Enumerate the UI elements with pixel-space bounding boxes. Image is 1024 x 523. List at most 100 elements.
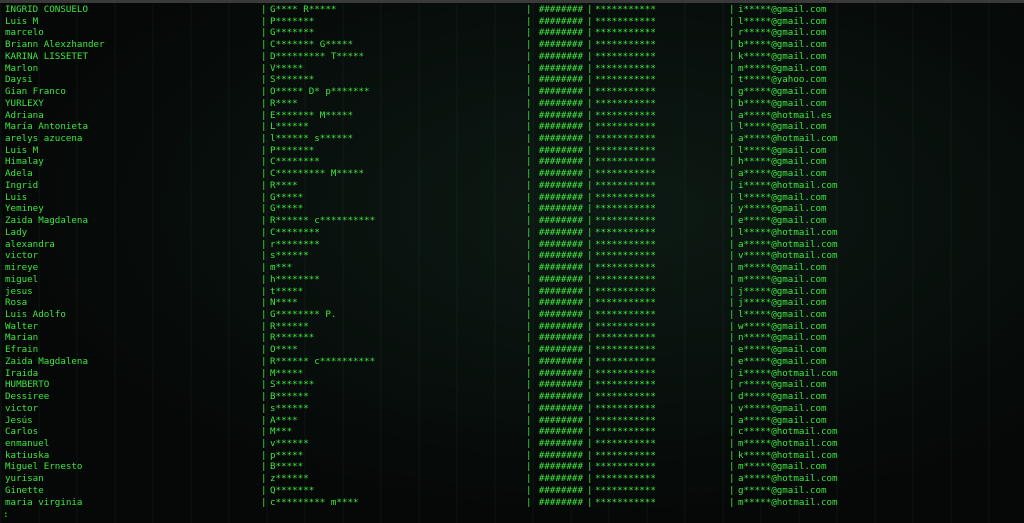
column-separator: |	[261, 215, 267, 227]
phone-cell: ***********	[595, 238, 656, 250]
email-cell: k*****@hotmail.com	[738, 449, 838, 461]
email-cell: l*****@gmail.com	[738, 15, 827, 27]
surname-cell: C********* M*****	[270, 168, 365, 180]
column-separator: |	[729, 215, 735, 227]
name-cell: Walter	[5, 320, 39, 332]
id-cell: ########	[538, 355, 583, 367]
column-separator: |	[587, 262, 593, 274]
id-cell: ########	[538, 426, 583, 438]
surname-cell: C********	[270, 226, 320, 238]
surname-cell: B*****	[270, 461, 304, 473]
id-cell: ########	[538, 250, 583, 262]
column-separator: |	[587, 297, 593, 309]
surname-cell: v******	[270, 438, 309, 449]
table-row: Luis M | P******* | ######## | *********** | l**…	[0, 145, 1024, 157]
id-cell: ########	[538, 97, 583, 109]
id-cell: ########	[538, 262, 583, 274]
surname-cell: C********	[270, 156, 320, 168]
email-cell: i*****@hotmail.com	[738, 367, 838, 379]
surname-cell: R*******	[270, 332, 315, 344]
table-row: Marian | R******* | ######## | *********** | n**…	[0, 332, 1024, 344]
name-cell: katiuska	[5, 449, 50, 461]
table-row: Efrain | O**** | ######## | *********** | e*****…	[0, 344, 1024, 356]
column-separator: |	[587, 484, 593, 496]
id-cell: ########	[538, 74, 583, 86]
column-separator: |	[729, 285, 735, 297]
table-row: María Antonieta | L****** | ######## | *******…	[0, 121, 1024, 133]
table-row: Adriana | E******* M***** | ######## | *******…	[0, 110, 1024, 122]
column-separator: |	[729, 402, 735, 414]
column-separator: |	[587, 308, 593, 320]
column-separator: |	[587, 379, 593, 391]
email-cell: n*****@gmail.com	[738, 332, 827, 344]
email-cell: d*****@gmail.com	[738, 391, 827, 403]
column-separator: |	[587, 4, 593, 15]
email-cell: y*****@gmail.com	[738, 203, 827, 215]
name-cell: Efrain	[5, 344, 39, 356]
table-row: Himalay | C******** | ######## | *********** | h…	[0, 156, 1024, 168]
phone-cell: ***********	[595, 50, 656, 62]
column-separator: |	[587, 50, 593, 62]
table-row: Dessiree | B****** | ######## | *********** | d*…	[0, 391, 1024, 403]
phone-cell: ***********	[595, 496, 656, 508]
table-row: KARINA LISSETET | D********* T***** | ######…	[0, 51, 1024, 63]
column-separator: |	[587, 414, 593, 426]
column-separator: |	[587, 320, 593, 332]
id-cell: ########	[538, 285, 583, 297]
table-row: HUMBERTO | S******* | ######## | *********** | r…	[0, 379, 1024, 391]
name-cell: Dessiree	[5, 391, 50, 403]
email-cell: k*****@gmail.com	[738, 50, 827, 62]
email-cell: g*****@gmail.com	[738, 86, 827, 98]
name-cell: Marian	[5, 332, 39, 344]
name-cell: maria virginia	[5, 496, 83, 508]
id-cell: ########	[538, 449, 583, 461]
id-cell: ########	[538, 27, 583, 39]
phone-cell: ***********	[595, 4, 656, 15]
surname-cell: M***	[270, 426, 293, 438]
column-separator: |	[729, 168, 735, 180]
table-row: enmanuel | v****** | ######## | *********** | m*…	[0, 438, 1024, 450]
name-cell: Adriana	[5, 109, 44, 121]
id-cell: ########	[538, 15, 583, 27]
id-cell: ########	[538, 203, 583, 215]
name-cell: arelys azucena	[5, 133, 83, 145]
email-cell: h*****@gmail.com	[738, 156, 827, 168]
phone-cell: ***********	[595, 438, 656, 449]
email-cell: m*****@hotmail.com	[738, 496, 838, 508]
name-cell: Zaida Magdalena	[5, 215, 88, 227]
id-cell: ########	[538, 226, 583, 238]
surname-cell: G*******	[270, 27, 315, 39]
id-cell: ########	[538, 344, 583, 356]
surname-cell: S*******	[270, 74, 315, 86]
table-row: yurisan | z****** | ######## | *********** | a**…	[0, 473, 1024, 485]
phone-cell: ***********	[595, 355, 656, 367]
pager-prompt[interactable]: :	[3, 509, 9, 520]
phone-cell: ***********	[595, 133, 656, 145]
column-separator: |	[261, 285, 267, 297]
surname-cell: A****	[270, 414, 298, 426]
email-cell: l*****@gmail.com	[738, 308, 827, 320]
phone-cell: ***********	[595, 144, 656, 156]
column-separator: |	[587, 179, 593, 191]
phone-cell: ***********	[595, 449, 656, 461]
column-separator: |	[587, 62, 593, 74]
table-row: miguel | h******** | ######## | *********** | m*…	[0, 274, 1024, 286]
name-cell: Luis M	[5, 144, 39, 156]
name-cell: Daysi	[5, 74, 33, 86]
phone-cell: ***********	[595, 473, 656, 485]
email-cell: l*****@gmail.com	[738, 191, 827, 203]
email-cell: b*****@gmail.com	[738, 97, 827, 109]
email-cell: m*****@gmail.com	[738, 461, 827, 473]
table-row: Rosa | N**** | ######## | *********** | j*****@g…	[0, 297, 1024, 309]
id-cell: ########	[538, 62, 583, 74]
column-separator: |	[587, 273, 593, 285]
column-separator: |	[261, 273, 267, 285]
email-cell: a*****@hotmail.com	[738, 133, 838, 145]
id-cell: ########	[538, 473, 583, 485]
name-cell: Carlos	[5, 426, 39, 438]
column-separator: |	[261, 179, 267, 191]
column-separator: |	[729, 273, 735, 285]
name-cell: Iraida	[5, 367, 39, 379]
table-row: Zaida Magdalena | R****** c********** | ####…	[0, 356, 1024, 368]
column-separator: |	[587, 496, 593, 508]
